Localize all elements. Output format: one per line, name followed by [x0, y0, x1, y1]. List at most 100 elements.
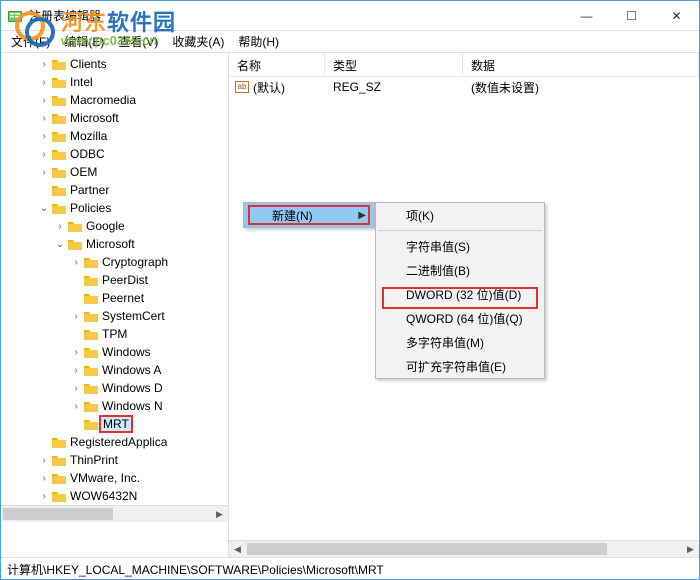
tree-item-macromedia[interactable]: ›Macromedia: [37, 91, 228, 109]
tree-item-policies[interactable]: ⌄Policies: [37, 199, 228, 217]
folder-icon: [51, 471, 67, 485]
tree-item-thinprint[interactable]: ›ThinPrint: [37, 451, 228, 469]
chevron-right-icon[interactable]: ›: [37, 455, 51, 466]
col-name-header[interactable]: 名称: [229, 53, 325, 76]
tree: ›Clients ›Intel ›Macromedia ›Microsoft ›…: [1, 53, 228, 505]
regedit-window: 注册表编辑器 — ☐ ✕ 文件(F) 编辑(E) 查看(V) 收藏夹(A) 帮助…: [0, 0, 700, 580]
titlebar: 注册表编辑器 — ☐ ✕: [1, 1, 699, 31]
folder-icon: [83, 291, 99, 305]
context-item-binary[interactable]: 二进制值(B): [376, 258, 544, 282]
chevron-right-icon[interactable]: ›: [37, 473, 51, 484]
folder-icon: [51, 453, 67, 467]
scroll-right-icon[interactable]: ▶: [682, 541, 699, 557]
context-item-multi[interactable]: 多字符串值(M): [376, 330, 544, 354]
folder-icon: [51, 75, 67, 89]
tree-item-windows[interactable]: ›Windows: [69, 343, 228, 361]
maximize-button[interactable]: ☐: [609, 1, 654, 30]
chevron-right-icon[interactable]: ›: [69, 311, 83, 322]
folder-icon: [51, 93, 67, 107]
tree-item-systemcert[interactable]: ›SystemCert: [69, 307, 228, 325]
menu-favorites[interactable]: 收藏夹(A): [166, 31, 230, 52]
folder-icon: [51, 183, 67, 197]
context-item-expand[interactable]: 可扩充字符串值(E): [376, 354, 544, 378]
chevron-right-icon[interactable]: ›: [69, 401, 83, 412]
folder-icon: [83, 345, 99, 359]
chevron-right-icon[interactable]: ›: [37, 491, 51, 502]
folder-icon: [83, 327, 99, 341]
minimize-button[interactable]: —: [564, 1, 609, 30]
menu-separator: [378, 230, 542, 231]
tree-item-tpm[interactable]: TPM: [69, 325, 228, 343]
tree-item-odbc[interactable]: ›ODBC: [37, 145, 228, 163]
context-item-key[interactable]: 项(K): [376, 203, 544, 227]
tree-item-microsoft[interactable]: ›Microsoft: [37, 109, 228, 127]
chevron-right-icon[interactable]: ›: [69, 257, 83, 268]
chevron-right-icon[interactable]: ›: [37, 59, 51, 70]
chevron-right-icon[interactable]: ›: [53, 221, 67, 232]
body: ›Clients ›Intel ›Macromedia ›Microsoft ›…: [1, 53, 699, 557]
chevron-down-icon[interactable]: ⌄: [53, 239, 67, 250]
folder-icon: [83, 399, 99, 413]
chevron-right-icon[interactable]: ›: [37, 167, 51, 178]
tree-h-scrollbar[interactable]: ◀▶: [1, 505, 228, 522]
folder-icon: [51, 201, 67, 215]
tree-pane[interactable]: ›Clients ›Intel ›Macromedia ›Microsoft ›…: [1, 53, 229, 557]
chevron-right-icon[interactable]: ›: [37, 131, 51, 142]
chevron-right-icon[interactable]: ›: [69, 347, 83, 358]
chevron-right-icon[interactable]: ›: [69, 365, 83, 376]
tree-item-mozilla[interactable]: ›Mozilla: [37, 127, 228, 145]
folder-icon: [83, 273, 99, 287]
chevron-right-icon[interactable]: ›: [69, 383, 83, 394]
scroll-thumb[interactable]: [247, 543, 607, 555]
chevron-right-icon[interactable]: ›: [37, 113, 51, 124]
menu-view[interactable]: 查看(V): [112, 31, 164, 52]
tree-item-wow6432[interactable]: ›WOW6432N: [37, 487, 228, 505]
tree-item-windows-d[interactable]: ›Windows D: [69, 379, 228, 397]
folder-icon: [51, 57, 67, 71]
chevron-down-icon[interactable]: ⌄: [37, 203, 51, 214]
col-data-header[interactable]: 数据: [463, 53, 699, 76]
tree-item-vmware[interactable]: ›VMware, Inc.: [37, 469, 228, 487]
chevron-right-icon[interactable]: ›: [37, 95, 51, 106]
tree-item-partner[interactable]: Partner: [37, 181, 228, 199]
menu-file[interactable]: 文件(F): [5, 31, 56, 52]
tree-item-clients[interactable]: ›Clients: [37, 55, 228, 73]
folder-icon: [67, 219, 83, 233]
tree-item-windows-a[interactable]: ›Windows A: [69, 361, 228, 379]
value-name: (默认): [253, 79, 285, 96]
tree-item-policies-microsoft[interactable]: ⌄Microsoft: [53, 235, 228, 253]
window-title: 注册表编辑器: [29, 7, 564, 24]
list-header: 名称 类型 数据: [229, 53, 699, 77]
context-item-new[interactable]: 新建(N) ▶: [244, 203, 374, 227]
list-row-default[interactable]: ab(默认) REG_SZ (数值未设置): [229, 77, 699, 97]
tree-item-intel[interactable]: ›Intel: [37, 73, 228, 91]
close-button[interactable]: ✕: [654, 1, 699, 30]
col-type-header[interactable]: 类型: [325, 53, 463, 76]
scroll-thumb[interactable]: [3, 508, 113, 520]
tree-item-mrt[interactable]: MRT: [69, 415, 228, 433]
tree-item-mrt-label-selected: MRT: [99, 415, 133, 433]
list-h-scrollbar[interactable]: ◀▶: [229, 540, 699, 557]
tree-item-peernet[interactable]: Peernet: [69, 289, 228, 307]
chevron-right-icon[interactable]: ›: [37, 149, 51, 160]
context-item-string[interactable]: 字符串值(S): [376, 234, 544, 258]
value-data: (数值未设置): [463, 79, 699, 96]
value-type: REG_SZ: [325, 80, 463, 94]
menu-edit[interactable]: 编辑(E): [58, 31, 110, 52]
context-item-qword[interactable]: QWORD (64 位)值(Q): [376, 306, 544, 330]
menu-help[interactable]: 帮助(H): [232, 31, 285, 52]
folder-icon: [83, 363, 99, 377]
folder-icon: [51, 129, 67, 143]
chevron-right-icon[interactable]: ›: [37, 77, 51, 88]
scroll-left-icon[interactable]: ◀: [229, 541, 246, 557]
tree-item-windows-n[interactable]: ›Windows N: [69, 397, 228, 415]
folder-icon: [51, 435, 67, 449]
scroll-right-icon[interactable]: ▶: [211, 506, 228, 523]
folder-icon: [51, 147, 67, 161]
tree-item-cryptograph[interactable]: ›Cryptograph: [69, 253, 228, 271]
tree-item-oem[interactable]: ›OEM: [37, 163, 228, 181]
tree-item-peerdist[interactable]: PeerDist: [69, 271, 228, 289]
tree-item-registeredapp[interactable]: RegisteredApplica: [37, 433, 228, 451]
tree-item-google[interactable]: ›Google: [53, 217, 228, 235]
context-item-dword[interactable]: DWORD (32 位)值(D): [376, 282, 544, 306]
